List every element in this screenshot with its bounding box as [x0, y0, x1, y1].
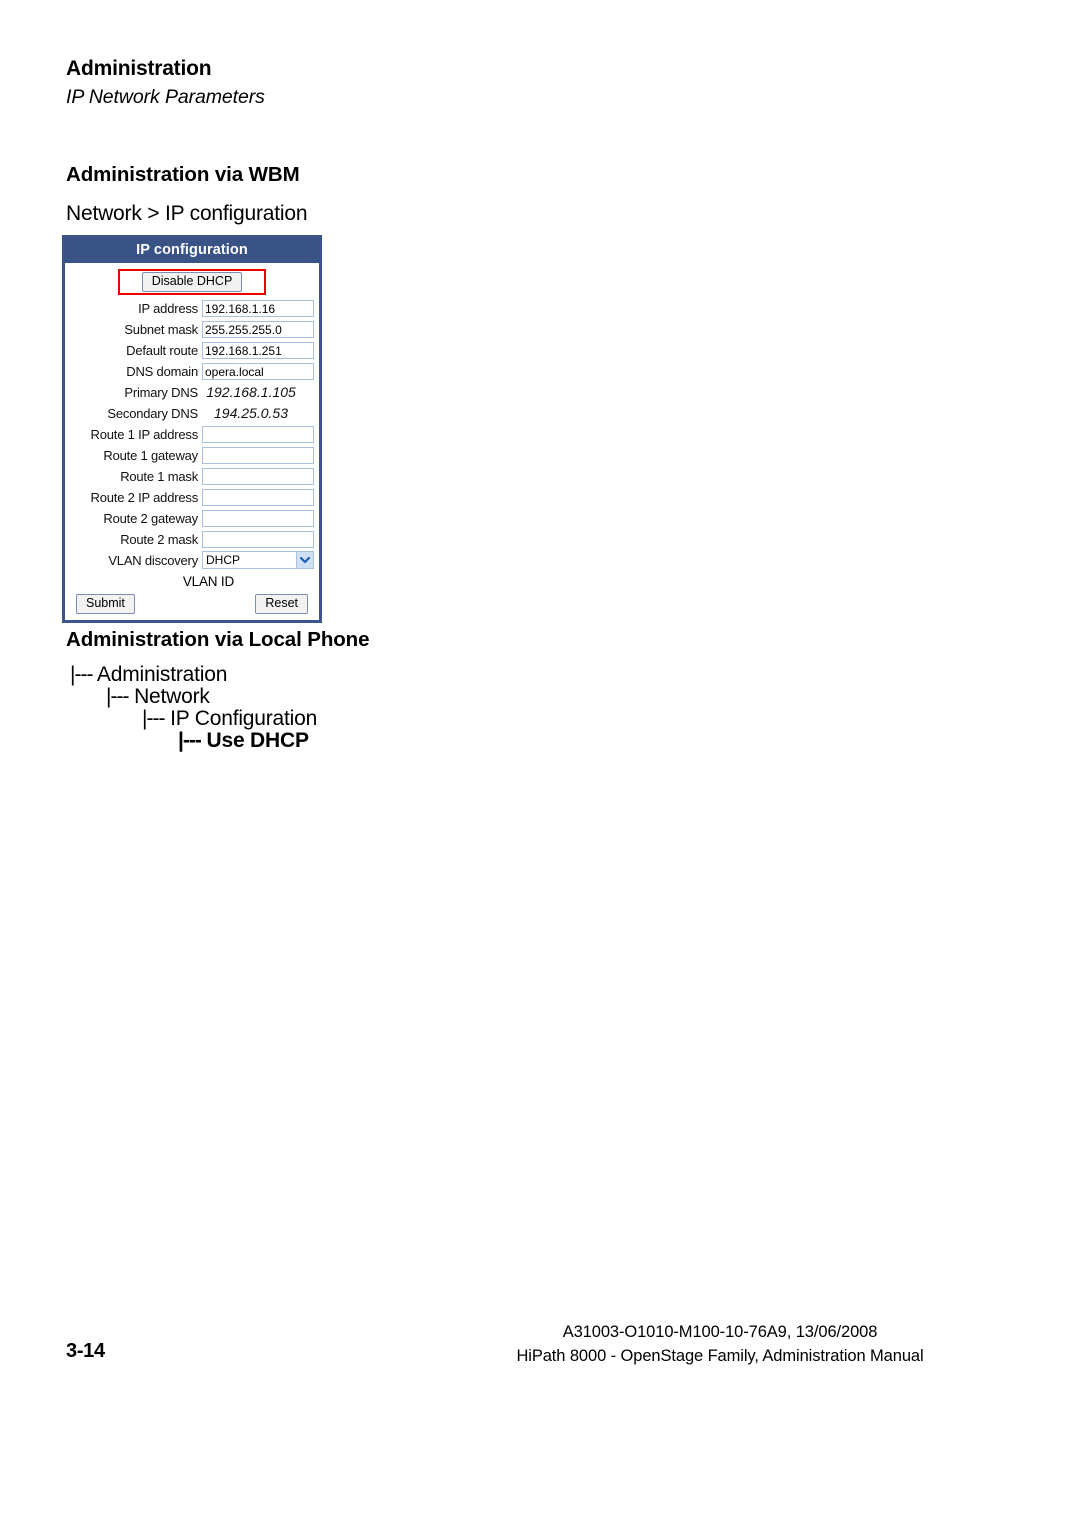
running-head-title: Administration [66, 57, 212, 80]
tree-branch-icon: |--- [106, 685, 129, 708]
field-input-route-1-gateway[interactable] [202, 446, 314, 464]
field-row-route-1-mask: Route 1 mask [70, 466, 314, 486]
reset-button[interactable]: Reset [255, 594, 308, 614]
field-row-vlan-discovery: VLAN discovery DHCP [70, 550, 314, 570]
field-value-secondary-dns: 194.25.0.53 [214, 404, 288, 421]
field-label-vlan-id: VLAN ID [182, 573, 234, 589]
tree-item-network: |--- Network [106, 686, 317, 708]
tree-item-ip-configuration: |--- IP Configuration [142, 708, 317, 730]
dialog-button-row: Submit Reset [70, 591, 314, 615]
field-input-subnet-mask[interactable]: 255.255.255.0 [202, 320, 314, 338]
field-label-ip-address: IP address [138, 300, 198, 316]
field-label-default-route: Default route [126, 342, 198, 358]
document-page: Administration IP Network Parameters Adm… [0, 0, 1080, 1528]
tree-branch-icon: |--- [178, 729, 202, 752]
field-row-route-2-ip-address: Route 2 IP address [70, 487, 314, 507]
field-row-secondary-dns: Secondary DNS 194.25.0.53 [70, 403, 314, 423]
field-select-vlan-discovery[interactable]: DHCP [202, 551, 314, 569]
running-head-subtitle: IP Network Parameters [66, 86, 265, 108]
field-row-ip-address: IP address 192.168.1.16 [70, 298, 314, 318]
field-row-subnet-mask: Subnet mask 255.255.255.0 [70, 319, 314, 339]
tree-branch-icon: |--- [142, 707, 165, 730]
chevron-down-icon[interactable] [296, 552, 313, 568]
dialog-title-bar: IP configuration [65, 238, 319, 263]
field-row-vlan-id: VLAN ID [70, 571, 314, 591]
field-label-primary-dns: Primary DNS [124, 384, 198, 400]
field-row-route-1-ip-address: Route 1 IP address [70, 424, 314, 444]
tree-item-label: IP Configuration [164, 707, 318, 730]
footer-document-info: A31003-O1010-M100-10-76A9, 13/06/2008 Hi… [420, 1320, 1020, 1368]
dialog-body: Disable DHCP IP address 192.168.1.16 Subne… [65, 263, 319, 620]
field-row-route-1-gateway: Route 1 gateway [70, 445, 314, 465]
field-input-default-route[interactable]: 192.168.1.251 [202, 341, 314, 359]
submit-button[interactable]: Submit [76, 594, 135, 614]
field-row-default-route: Default route 192.168.1.251 [70, 340, 314, 360]
field-label-secondary-dns: Secondary DNS [107, 405, 198, 421]
field-label-route-1-gateway: Route 1 gateway [103, 447, 198, 463]
heading-administration-via-local-phone: Administration via Local Phone [66, 628, 370, 651]
tree-item-label: Administration [92, 663, 228, 686]
field-input-route-2-ip-address[interactable] [202, 488, 314, 506]
field-row-route-2-gateway: Route 2 gateway [70, 508, 314, 528]
field-input-route-1-mask[interactable] [202, 467, 314, 485]
footer-page-number: 3-14 [66, 1340, 105, 1362]
field-label-vlan-discovery: VLAN discovery [108, 552, 198, 568]
tree-item-use-dhcp: |--- Use DHCP [178, 730, 317, 752]
tree-item-administration: |--- Administration [70, 664, 317, 686]
field-select-value-vlan-discovery: DHCP [206, 553, 241, 567]
field-row-route-2-mask: Route 2 mask [70, 529, 314, 549]
field-input-route-2-gateway[interactable] [202, 509, 314, 527]
heading-administration-via-wbm: Administration via WBM [66, 163, 300, 186]
dialog-field-list: IP address 192.168.1.16 Subnet mask 255.255… [70, 298, 314, 591]
footer-doc-id: A31003-O1010-M100-10-76A9, 13/06/2008 [562, 1323, 878, 1341]
field-input-route-1-ip-address[interactable] [202, 425, 314, 443]
field-label-route-2-mask: Route 2 mask [120, 531, 198, 547]
footer-doc-title: HiPath 8000 - OpenStage Family, Administ… [516, 1347, 924, 1365]
field-label-subnet-mask: Subnet mask [124, 321, 198, 337]
field-row-primary-dns: Primary DNS 192.168.1.105 [70, 382, 314, 402]
local-phone-menu-tree: |--- Administration |--- Network |--- IP C… [70, 664, 317, 752]
dhcp-button-highlight-box: Disable DHCP [117, 269, 267, 295]
field-input-ip-address[interactable]: 192.168.1.16 [202, 299, 314, 317]
field-label-route-1-mask: Route 1 mask [120, 468, 198, 484]
field-label-route-2-gateway: Route 2 gateway [103, 510, 198, 526]
tree-branch-icon: |--- [70, 663, 93, 686]
wbm-navigation-path: Network > IP configuration [66, 202, 308, 225]
field-label-route-2-ip-address: Route 2 IP address [90, 489, 199, 505]
tree-item-label: Use DHCP [200, 729, 309, 752]
dhcp-button-row: Disable DHCP [70, 267, 314, 298]
field-input-route-2-mask[interactable] [202, 530, 314, 548]
ip-configuration-dialog: IP configuration Disable DHCP IP address… [62, 235, 322, 623]
disable-dhcp-button[interactable]: Disable DHCP [141, 272, 243, 292]
tree-item-label: Network [128, 685, 210, 708]
running-head: Administration IP Network Parameters [66, 56, 966, 110]
field-value-primary-dns: 192.168.1.105 [206, 383, 296, 400]
field-input-dns-domain[interactable]: opera.local [202, 362, 314, 380]
field-label-route-1-ip-address: Route 1 IP address [90, 426, 199, 442]
field-row-dns-domain: DNS domain opera.local [70, 361, 314, 381]
field-label-dns-domain: DNS domain [126, 363, 198, 379]
